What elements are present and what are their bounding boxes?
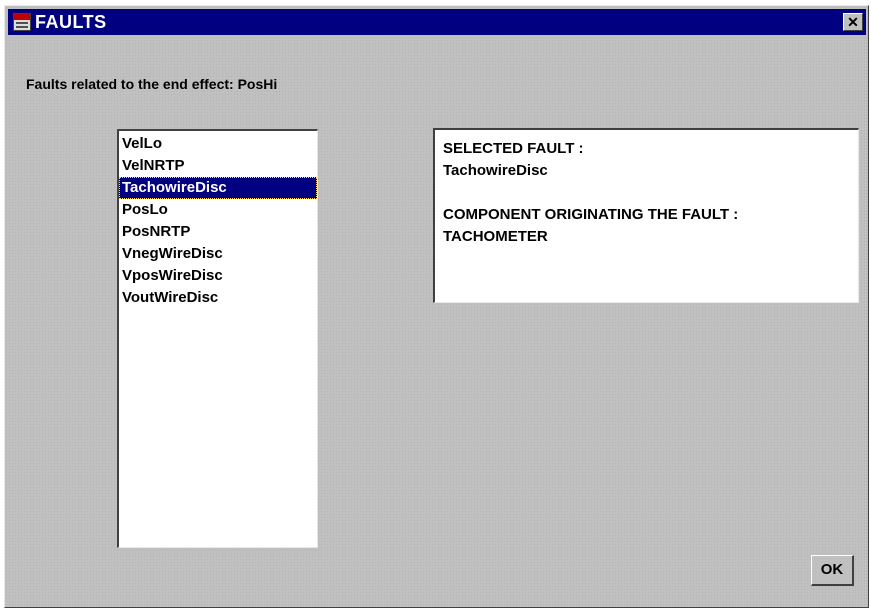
fault-list-item[interactable]: VelNRTP <box>119 155 317 177</box>
java-app-icon <box>13 13 31 31</box>
faults-dialog: FAULTS ✕ Faults related to the end effec… <box>4 5 869 608</box>
fault-list-item[interactable]: PosNRTP <box>119 221 317 243</box>
ok-button[interactable]: OK <box>811 555 854 586</box>
selected-fault-value: TachowireDisc <box>443 162 548 179</box>
fault-list[interactable]: VelLo VelNRTP TachowireDisc PosLo PosNRTP Vne… <box>117 129 318 548</box>
component-value: TACHOMETER <box>443 228 548 245</box>
selected-fault-label: SELECTED FAULT : <box>443 140 584 157</box>
title-bar[interactable]: FAULTS ✕ <box>8 9 866 35</box>
component-label: COMPONENT ORIGINATING THE FAULT : <box>443 206 739 223</box>
fault-details-panel: SELECTED FAULT : TachowireDisc COMPONENT… <box>433 128 859 303</box>
close-button[interactable]: ✕ <box>843 13 863 31</box>
window-title: FAULTS <box>35 12 107 32</box>
fault-list-item[interactable]: TachowireDisc <box>119 177 317 199</box>
fault-list-item[interactable]: VnegWireDisc <box>119 243 317 265</box>
fault-list-item[interactable]: VelLo <box>119 133 317 155</box>
fault-list-item[interactable]: VposWireDisc <box>119 265 317 287</box>
fault-list-item[interactable]: VoutWireDisc <box>119 287 317 309</box>
fault-list-item[interactable]: PosLo <box>119 199 317 221</box>
faults-heading: Faults related to the end effect: PosHi <box>26 76 278 92</box>
